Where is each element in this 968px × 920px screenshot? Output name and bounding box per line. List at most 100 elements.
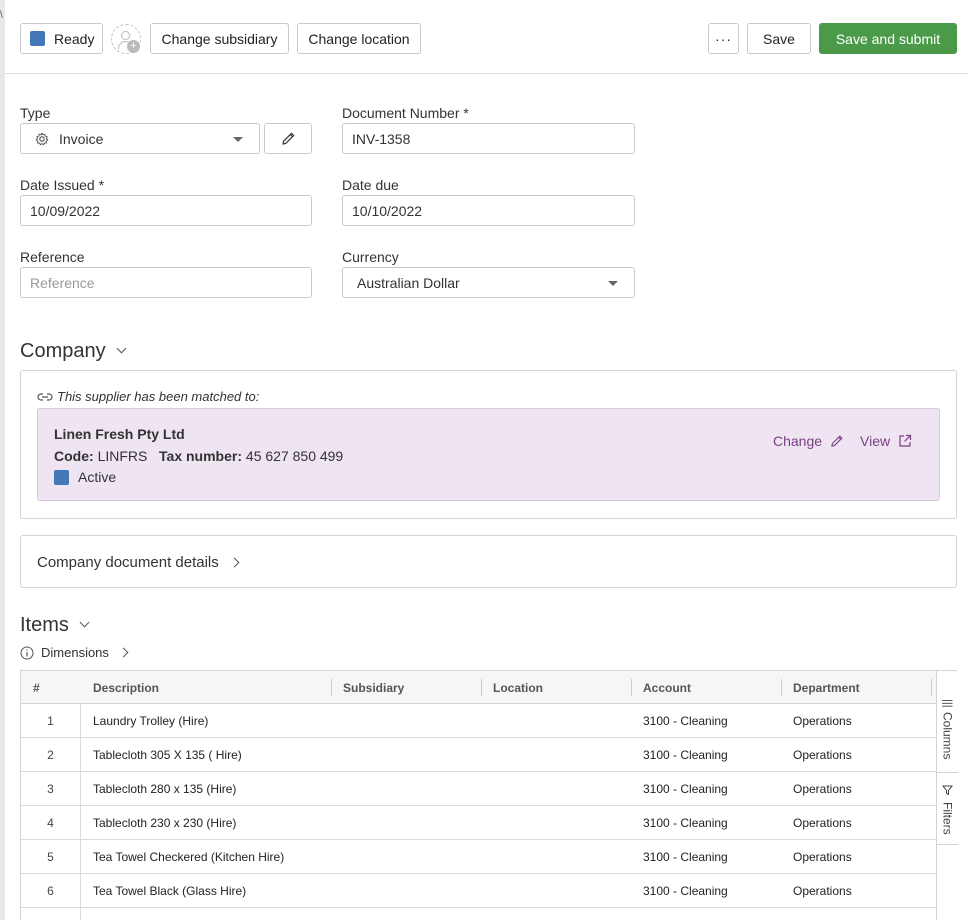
company-title: Company: [20, 340, 106, 362]
chevron-down-icon: [233, 137, 243, 142]
cell-department[interactable]: Operations: [793, 840, 852, 873]
cell-description[interactable]: Tablecloth 305 X 135 ( Hire): [93, 738, 242, 771]
table-row[interactable]: 2 Tablecloth 305 X 135 ( Hire) 3100 - Clea…: [21, 738, 936, 772]
cell-department[interactable]: Operations: [793, 772, 852, 805]
company-document-details-panel[interactable]: Company document details: [20, 535, 957, 588]
columns-tab-label: Columns: [940, 711, 955, 759]
column-resize-handle[interactable]: [481, 679, 482, 696]
header-location[interactable]: Location: [493, 671, 543, 704]
currency-select[interactable]: Australian Dollar: [342, 267, 635, 298]
edge-mark: \: [0, 10, 3, 21]
date-issued-field[interactable]: 10/09/2022: [20, 195, 312, 226]
table-row[interactable]: 3 Tablecloth 280 x 135 (Hire) 3100 - Clean…: [21, 772, 936, 806]
currency-label: Currency: [342, 249, 399, 265]
info-icon: [20, 646, 34, 659]
items-table: # Description Subsidiary Location Accoun…: [20, 670, 958, 920]
cell-account[interactable]: 3100 - Cleaning: [643, 840, 728, 873]
link-icon: [37, 392, 53, 401]
cell-description[interactable]: Tablecloth 230 x 230 (Hire): [93, 806, 236, 839]
items-section-toggle[interactable]: Items: [20, 614, 90, 637]
column-resize-handle[interactable]: [931, 679, 932, 696]
table-header: # Description Subsidiary Location Accoun…: [21, 671, 936, 704]
chevron-right-icon: [118, 647, 129, 658]
change-location-button[interactable]: Change location: [297, 23, 421, 54]
status-label: Ready: [54, 30, 95, 47]
type-select[interactable]: Invoice: [20, 123, 260, 154]
items-title: Items: [20, 614, 69, 636]
header-description[interactable]: Description: [93, 671, 159, 704]
chevron-down-icon: [79, 617, 90, 628]
table-row[interactable]: 4 Tablecloth 230 x 230 (Hire) 3100 - Clean…: [21, 806, 936, 840]
cell-num[interactable]: 2: [21, 738, 80, 771]
view-link-label: View: [860, 433, 891, 449]
cell-account[interactable]: 3100 - Cleaning: [643, 772, 728, 805]
cell-account[interactable]: 3100 - Cleaning: [643, 806, 728, 839]
cell-description[interactable]: Laundry Trolley (Hire): [93, 704, 208, 737]
dimensions-toggle[interactable]: Dimensions: [20, 645, 129, 660]
date-due-label: Date due: [342, 177, 399, 193]
matched-note: This supplier has been matched to:: [37, 389, 259, 404]
filters-panel-tab[interactable]: Filters: [937, 775, 958, 845]
status-square-icon: [54, 469, 69, 485]
currency-value: Australian Dollar: [357, 274, 460, 291]
reference-field[interactable]: Reference: [20, 267, 312, 298]
cell-description[interactable]: Tablecloth 280 x 135 (Hire): [93, 772, 236, 805]
cell-account[interactable]: 3100 - Cleaning: [643, 874, 728, 907]
code-label: Code:: [54, 448, 94, 464]
header-num[interactable]: #: [33, 671, 40, 704]
cell-description[interactable]: Tea Towel Black (Glass Hire): [93, 874, 246, 907]
column-resize-handle[interactable]: [631, 679, 632, 696]
cell-num[interactable]: 4: [21, 806, 80, 839]
status-button[interactable]: Ready: [20, 23, 103, 54]
left-edge-strip: \: [0, 0, 5, 920]
type-value: Invoice: [59, 130, 104, 147]
date-due-field[interactable]: 10/10/2022: [342, 195, 635, 226]
view-supplier-link[interactable]: View: [860, 433, 912, 449]
matched-text: This supplier has been matched to:: [57, 389, 260, 404]
cell-num[interactable]: 1: [21, 704, 80, 737]
cell-num[interactable]: 5: [21, 840, 80, 873]
cell-num[interactable]: 3: [21, 772, 80, 805]
save-button[interactable]: Save: [747, 23, 811, 54]
change-supplier-link[interactable]: Change: [773, 433, 844, 449]
table-row[interactable]: 6 Tea Towel Black (Glass Hire) 3100 - Clea…: [21, 874, 936, 908]
chevron-right-icon: [229, 557, 240, 568]
dimensions-label: Dimensions: [41, 645, 109, 660]
table-row[interactable]: 5 Tea Towel Checkered (Kitchen Hire) 3100 …: [21, 840, 936, 874]
company-section-toggle[interactable]: Company: [20, 340, 127, 363]
cell-account[interactable]: 3100 - Cleaning: [643, 738, 728, 771]
edit-type-button[interactable]: [264, 123, 312, 154]
columns-panel-tab[interactable]: ||| Columns: [937, 687, 958, 773]
header-account[interactable]: Account: [643, 671, 691, 704]
top-toolbar: Ready + Change subsidiary Change locatio…: [5, 0, 968, 74]
supplier-name: Linen Fresh Pty Ltd: [54, 426, 185, 442]
cell-description[interactable]: Tea Towel Checkered (Kitchen Hire): [93, 840, 284, 873]
company-document-details-title: Company document details: [37, 554, 219, 571]
reference-label: Reference: [20, 249, 85, 265]
cell-department[interactable]: Operations: [793, 738, 852, 771]
more-options-button[interactable]: ···: [708, 23, 739, 54]
code-value: LINFRS: [97, 448, 148, 464]
document-number-label: Document Number *: [342, 105, 469, 121]
column-resize-handle[interactable]: [781, 679, 782, 696]
pencil-icon: [281, 132, 294, 145]
change-link-label: Change: [773, 433, 823, 449]
tax-label: Tax number:: [159, 448, 243, 464]
cell-account[interactable]: 3100 - Cleaning: [643, 704, 728, 737]
add-assignee-icon[interactable]: +: [111, 24, 141, 54]
change-subsidiary-button[interactable]: Change subsidiary: [150, 23, 289, 54]
document-number-field[interactable]: INV-1358: [342, 123, 635, 154]
table-row[interactable]: 1 Laundry Trolley (Hire) 3100 - Cleaning Op…: [21, 704, 936, 738]
filter-icon: [942, 785, 953, 796]
cell-department[interactable]: Operations: [793, 704, 852, 737]
gear-icon: [35, 132, 49, 145]
cell-department[interactable]: Operations: [793, 806, 852, 839]
columns-icon: |||: [941, 699, 954, 708]
header-subsidiary[interactable]: Subsidiary: [343, 671, 404, 704]
header-department[interactable]: Department: [793, 671, 860, 704]
cell-num[interactable]: 6: [21, 874, 80, 907]
cell-department[interactable]: Operations: [793, 874, 852, 907]
column-resize-handle[interactable]: [331, 679, 332, 696]
save-and-submit-button[interactable]: Save and submit: [819, 23, 957, 54]
filters-tab-label: Filters: [940, 802, 955, 835]
